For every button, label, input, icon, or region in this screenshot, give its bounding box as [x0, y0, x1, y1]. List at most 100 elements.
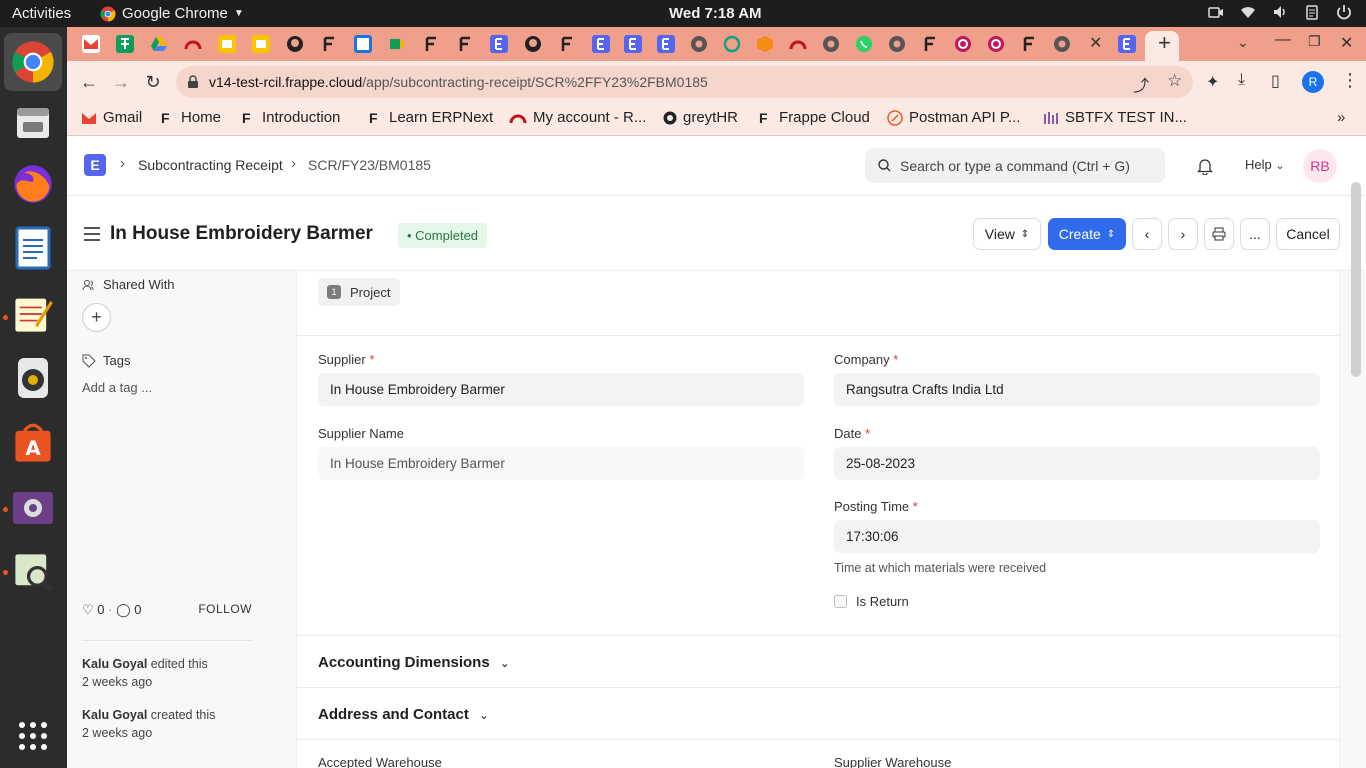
bookmark-greythr[interactable]: greytHR: [663, 109, 738, 126]
clock[interactable]: Wed 7:18 AM: [669, 5, 762, 22]
dock-video[interactable]: [10, 485, 56, 531]
tab-erpnext-4[interactable]: [657, 35, 675, 53]
dock-text-editor[interactable]: [10, 291, 56, 337]
tab-frappe-cloud[interactable]: [184, 35, 202, 53]
date-field[interactable]: 25-08-2023: [834, 447, 1320, 480]
dock-files[interactable]: [10, 99, 56, 145]
tab-sheets[interactable]: [116, 35, 134, 53]
tab-keep-2[interactable]: [252, 35, 270, 53]
tab-frappe-cloud-2[interactable]: [789, 35, 807, 53]
forward-button[interactable]: →: [109, 70, 133, 94]
breadcrumb-document[interactable]: SCR/FY23/BM0185: [308, 157, 431, 173]
bookmark-sbtfx[interactable]: SBTFX TEST IN...: [1043, 109, 1187, 126]
dock-software[interactable]: A: [10, 421, 56, 467]
create-button[interactable]: Create ⇕: [1048, 218, 1126, 250]
tab-drive[interactable]: [150, 35, 168, 53]
side-panel-icon[interactable]: ▯: [1271, 71, 1280, 91]
dock-chrome[interactable]: [4, 33, 62, 91]
project-connection-pill[interactable]: 1 Project: [318, 278, 401, 306]
tab-chrome-3[interactable]: [888, 35, 906, 53]
awesomebar-search[interactable]: Search or type a command (Ctrl + G): [865, 148, 1165, 183]
add-share-button[interactable]: +: [82, 303, 111, 332]
previous-doc-button[interactable]: ‹: [1132, 218, 1162, 250]
more-bookmarks-icon[interactable]: »: [1337, 109, 1345, 126]
extensions-icon[interactable]: ✦: [1206, 72, 1219, 92]
dock-image-viewer[interactable]: [10, 549, 56, 595]
dock-firefox[interactable]: [10, 161, 56, 207]
reload-button[interactable]: ↻: [141, 70, 165, 94]
breadcrumb-doctype[interactable]: Subcontracting Receipt: [138, 157, 283, 173]
follow-button[interactable]: FOLLOW: [198, 602, 252, 616]
tab-erpnext-2[interactable]: [592, 35, 610, 53]
tab-chatgpt[interactable]: [723, 35, 741, 53]
minimize-icon[interactable]: —: [1275, 31, 1291, 49]
bookmark-introduction[interactable]: F Introduction: [242, 109, 340, 126]
tab-chrome-4[interactable]: [1053, 35, 1071, 53]
activities-button[interactable]: Activities: [12, 5, 71, 22]
comment-count-button[interactable]: ◯ 0: [116, 602, 141, 617]
activity-user[interactable]: Kalu Goyal: [82, 657, 147, 671]
print-button[interactable]: [1204, 218, 1234, 250]
activity-user[interactable]: Kalu Goyal: [82, 708, 147, 722]
tab-whatsapp[interactable]: [855, 35, 873, 53]
tab-erpnext-3[interactable]: [624, 35, 642, 53]
tab-gmail[interactable]: [82, 35, 100, 53]
tab-github-2[interactable]: [524, 35, 542, 53]
tab-c-2[interactable]: [987, 35, 1005, 53]
tab-keep[interactable]: [218, 35, 236, 53]
tab-frappe-2[interactable]: [422, 35, 440, 53]
bell-icon[interactable]: [1197, 157, 1213, 175]
next-doc-button[interactable]: ›: [1168, 218, 1198, 250]
tab-box[interactable]: [756, 35, 774, 53]
tab-frappe-3[interactable]: [456, 35, 474, 53]
show-apps-button[interactable]: [10, 713, 56, 759]
download-icon[interactable]: ⤓: [1238, 71, 1245, 89]
kebab-menu-icon[interactable]: ⋮: [1341, 70, 1359, 91]
posting-time-field[interactable]: 17:30:06: [834, 520, 1320, 553]
back-button[interactable]: ←: [77, 70, 101, 94]
erpnext-logo[interactable]: E: [84, 154, 106, 176]
profile-avatar[interactable]: R: [1302, 71, 1324, 93]
bookmark-star-icon[interactable]: ☆: [1167, 71, 1182, 91]
tab-chrome-1[interactable]: [690, 35, 708, 53]
tab-github[interactable]: [286, 35, 304, 53]
close-tab-icon[interactable]: ✕: [1089, 33, 1102, 53]
section-accounting-dimensions[interactable]: Accounting Dimensions ⌄: [318, 654, 510, 671]
is-return-checkbox[interactable]: [834, 595, 847, 608]
bookmark-gmail[interactable]: Gmail: [81, 109, 142, 126]
is-return-label[interactable]: Is Return: [856, 594, 909, 609]
app-menu[interactable]: Google Chrome ▼: [100, 5, 244, 22]
tab-frappe-6[interactable]: [1020, 35, 1038, 53]
tab-chrome-2[interactable]: [822, 35, 840, 53]
tab-calendar[interactable]: [354, 35, 372, 53]
supplier-name-field[interactable]: In House Embroidery Barmer: [318, 447, 804, 480]
address-bar[interactable]: v14-test-rcil.frappe.cloud/app/subcontra…: [176, 66, 1193, 98]
supplier-field[interactable]: In House Embroidery Barmer: [318, 373, 804, 406]
system-tray[interactable]: [1208, 4, 1352, 20]
company-field[interactable]: Rangsutra Crafts India Ltd: [834, 373, 1320, 406]
like-button[interactable]: ♡ 0: [82, 602, 105, 617]
tab-frappe-4[interactable]: [558, 35, 576, 53]
user-avatar[interactable]: RB: [1303, 149, 1337, 183]
restore-icon[interactable]: ❐: [1308, 33, 1321, 50]
sidebar-toggle-icon[interactable]: [84, 227, 100, 245]
view-button[interactable]: View ⇕: [973, 218, 1041, 250]
page-scrollbar[interactable]: [1351, 182, 1361, 377]
tab-erpnext-5[interactable]: [1118, 35, 1136, 53]
add-tag-link[interactable]: Add a tag ...: [82, 380, 152, 395]
tab-erpnext-1[interactable]: [490, 35, 508, 53]
more-actions-button[interactable]: ...: [1240, 218, 1270, 250]
share-icon[interactable]: ⤴: [1133, 72, 1149, 96]
help-menu[interactable]: Help ⌄: [1245, 157, 1285, 172]
bookmark-my-account[interactable]: My account - R...: [509, 109, 646, 126]
new-tab-icon[interactable]: +: [1158, 30, 1171, 56]
tab-c-1[interactable]: [954, 35, 972, 53]
section-address-contact[interactable]: Address and Contact ⌄: [318, 706, 489, 723]
bookmark-home[interactable]: F Home: [161, 109, 221, 126]
cancel-button[interactable]: Cancel: [1276, 218, 1340, 250]
tab-frappe-1[interactable]: [320, 35, 338, 53]
tab-search-chevron-icon[interactable]: ⌄: [1237, 34, 1249, 51]
dock-writer[interactable]: [10, 225, 56, 271]
bookmark-postman[interactable]: Postman API P...: [887, 109, 1020, 126]
dock-rhythmbox[interactable]: [10, 355, 56, 401]
